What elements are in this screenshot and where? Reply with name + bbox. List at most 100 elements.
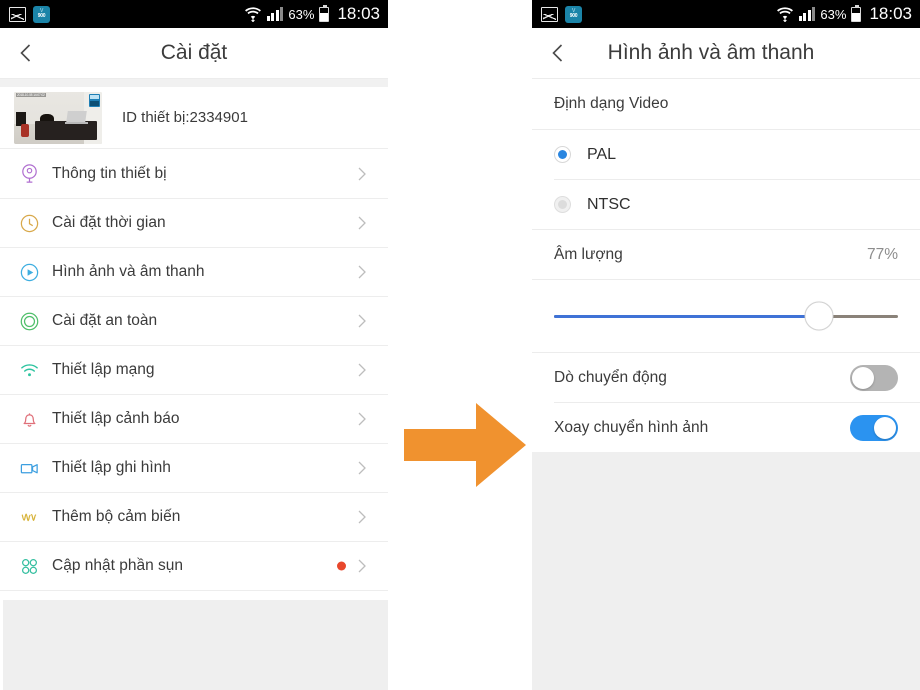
sidebar-item-recording-setup[interactable]: Thiết lập ghi hình xyxy=(0,443,388,492)
clock-time: 18:03 xyxy=(869,4,912,23)
app-bar-right: Hình ảnh và âm thanh xyxy=(532,28,920,78)
sidebar-item-label: Cập nhật phần sụn xyxy=(52,557,183,574)
settings-list: Thông tin thiết bị Cài đặt thời gian Hìn… xyxy=(0,148,388,591)
toggle-row-motion-detection[interactable]: Dò chuyển động xyxy=(532,353,920,402)
header-gap xyxy=(0,79,388,87)
toggle-knob xyxy=(852,366,874,389)
toggle-label: Dò chuyển động xyxy=(554,368,667,386)
sidebar-item-firmware-update[interactable]: Cập nhật phần sụn xyxy=(0,541,388,590)
sidebar-item-label: Thêm bộ cảm biến xyxy=(52,508,181,525)
volume-row: Âm lượng 77% xyxy=(532,230,920,279)
chevron-right-icon xyxy=(354,411,370,427)
status-bar-left-icons: V 900 xyxy=(541,5,582,23)
signal-bars-icon xyxy=(798,7,816,21)
sidebar-item-network-setup[interactable]: Thiết lập mạng xyxy=(0,345,388,394)
battery-icon xyxy=(851,4,862,22)
status-bar-right-icons: 63% 18:03 xyxy=(776,4,912,24)
status-bar-left-icons: V 900 xyxy=(9,5,50,23)
sidebar-item-label: Cài đặt thời gian xyxy=(52,214,166,231)
sidebar-item-label: Cài đặt an toàn xyxy=(52,312,158,329)
chevron-right-icon xyxy=(354,166,370,182)
device-card[interactable]: 2018-10-08 14:07:02 ID thiết bị:2334901 xyxy=(0,87,388,148)
chevron-right-icon xyxy=(354,558,370,574)
bell-icon xyxy=(18,408,40,430)
slider-track[interactable] xyxy=(554,301,898,331)
sidebar-item-label: Thiết lập mạng xyxy=(52,361,155,378)
toggle-label: Xoay chuyển hình ảnh xyxy=(554,418,709,436)
radio-selected-icon[interactable] xyxy=(554,146,571,163)
sidebar-item-add-sensor[interactable]: Thêm bộ cảm biến xyxy=(0,492,388,541)
sidebar-item-label: Thông tin thiết bị xyxy=(52,164,167,182)
back-button[interactable] xyxy=(546,41,570,65)
sidebar-item-device-info[interactable]: Thông tin thiết bị xyxy=(0,149,388,198)
device-id-label: ID thiết bị:2334901 xyxy=(122,109,248,126)
radio-option-ntsc[interactable]: NTSC xyxy=(532,180,920,229)
volume-slider[interactable] xyxy=(532,280,920,352)
right-arrow-icon xyxy=(404,403,526,487)
gallery-icon xyxy=(541,6,558,22)
firmware-circles-icon xyxy=(18,555,40,577)
volume-value: 77% xyxy=(866,245,898,263)
gallery-icon xyxy=(9,6,26,22)
image-rotation-toggle[interactable] xyxy=(850,414,898,441)
app-bar-left: Cài đặt xyxy=(0,28,388,78)
chevron-right-icon xyxy=(354,313,370,329)
app-icon: V 900 xyxy=(565,5,582,23)
status-bar-right-icons: 63% 18:03 xyxy=(244,4,380,24)
radio-unselected-icon[interactable] xyxy=(554,196,571,213)
right-phone-screen: V 900 63% 18:03 Hình ảnh và âm thanh Địn… xyxy=(532,0,920,690)
battery-icon xyxy=(319,4,330,22)
signal-bars-icon xyxy=(266,7,284,21)
status-bar-right: V 900 63% 18:03 xyxy=(532,0,920,28)
thumbnail-badge-icon xyxy=(89,93,100,107)
sensor-wave-icon xyxy=(18,506,40,528)
toggle-knob xyxy=(874,416,896,439)
wifi-icon xyxy=(244,6,262,23)
motion-detection-toggle[interactable] xyxy=(850,364,898,391)
device-thumbnail[interactable]: 2018-10-08 14:07:02 xyxy=(14,91,102,144)
sidebar-item-safety-settings[interactable]: Cài đặt an toàn xyxy=(0,296,388,345)
app-icon: V 900 xyxy=(33,5,50,23)
volume-label: Âm lượng xyxy=(554,245,623,263)
chevron-right-icon xyxy=(354,264,370,280)
app-icon-bottom-text: 900 xyxy=(37,13,46,19)
toggle-row-image-rotation[interactable]: Xoay chuyển hình ảnh xyxy=(532,403,920,452)
slider-fill xyxy=(554,314,819,318)
sidebar-item-time-settings[interactable]: Cài đặt thời gian xyxy=(0,198,388,247)
sidebar-item-label: Hình ảnh và âm thanh xyxy=(52,263,205,280)
bottom-empty-area-right xyxy=(532,452,920,690)
clock-time: 18:03 xyxy=(337,4,380,23)
chevron-right-icon xyxy=(354,215,370,231)
radio-option-label: PAL xyxy=(587,145,617,163)
clock-icon xyxy=(18,212,40,234)
sidebar-item-image-sound[interactable]: Hình ảnh và âm thanh xyxy=(0,247,388,296)
page-title: Cài đặt xyxy=(160,41,228,64)
wifi-icon xyxy=(776,6,794,23)
bottom-empty-area-left xyxy=(3,600,388,690)
app-icon-bottom-text: 900 xyxy=(569,13,578,19)
sidebar-item-label: Thiết lập ghi hình xyxy=(52,459,171,476)
slider-thumb[interactable] xyxy=(804,301,834,331)
thumbnail-timestamp: 2018-10-08 14:07:02 xyxy=(16,92,46,97)
screenshot-gutter xyxy=(388,0,532,690)
chevron-right-icon xyxy=(354,460,370,476)
radio-option-pal[interactable]: PAL xyxy=(532,130,920,179)
chevron-right-icon xyxy=(354,362,370,378)
battery-percent: 63% xyxy=(820,6,847,22)
battery-percent: 63% xyxy=(288,6,315,22)
back-button[interactable] xyxy=(14,41,38,65)
sidebar-item-label: Thiết lập cảnh báo xyxy=(52,410,180,427)
wifi-icon xyxy=(18,359,40,381)
camera-device-icon xyxy=(18,163,40,185)
left-phone-screen: V 900 63% 18:03 Cài đặt 2018-10-08 14:07… xyxy=(0,0,388,690)
status-bar-left: V 900 63% 18:03 xyxy=(0,0,388,28)
page-title: Hình ảnh và âm thanh xyxy=(607,41,815,64)
chevron-right-icon xyxy=(354,509,370,525)
radio-option-label: NTSC xyxy=(587,195,631,213)
sidebar-item-alarm-setup[interactable]: Thiết lập cảnh báo xyxy=(0,394,388,443)
video-camera-icon xyxy=(18,457,40,479)
section-video-format-label: Định dạng Video xyxy=(532,79,920,130)
status-badge xyxy=(337,561,346,571)
play-circle-icon xyxy=(18,261,40,283)
shield-ring-icon xyxy=(18,310,40,332)
